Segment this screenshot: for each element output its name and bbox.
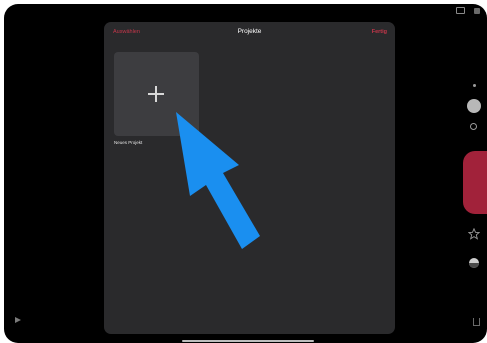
ipad-screen: Auswählen Projekte Fertig Neues Projekt (4, 4, 487, 343)
plus-icon (148, 86, 164, 102)
display-mode-icon[interactable] (456, 7, 465, 14)
mode-ring-icon[interactable] (470, 123, 477, 130)
camera-switch-icon[interactable] (474, 8, 480, 14)
record-button[interactable] (463, 151, 487, 214)
panel-title: Projekte (237, 28, 262, 35)
star-icon[interactable] (468, 228, 480, 240)
share-icon[interactable] (473, 318, 480, 326)
mode-dot-icon[interactable] (473, 84, 476, 87)
home-indicator (182, 340, 314, 342)
new-project-label: Neues Projekt (114, 140, 143, 145)
panel-header: Auswählen Projekte Fertig (104, 22, 395, 44)
play-icon[interactable] (15, 317, 21, 323)
media-browser-icon[interactable] (469, 258, 479, 268)
done-button[interactable]: Fertig (372, 29, 387, 35)
projects-panel: Auswählen Projekte Fertig Neues Projekt (104, 22, 395, 334)
mode-knob-icon[interactable] (467, 99, 481, 113)
new-project-tile[interactable] (114, 52, 199, 136)
